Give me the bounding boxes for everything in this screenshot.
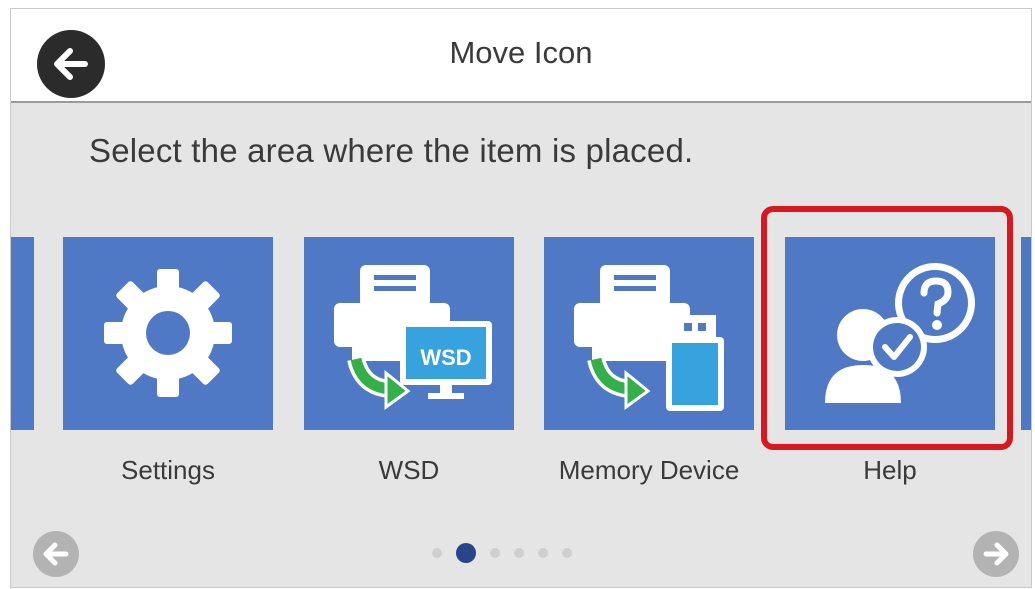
wsd-icon-text: WSD xyxy=(420,345,471,370)
page-dot xyxy=(490,548,500,558)
page-dot xyxy=(432,548,442,558)
selection-highlight xyxy=(761,206,1013,450)
prev-page-button[interactable] xyxy=(33,531,79,577)
tile-label-memory-device: Memory Device xyxy=(558,455,740,485)
partial-tile-left[interactable] xyxy=(11,237,34,430)
tile-label-help: Help xyxy=(863,455,917,485)
instruction-text: Select the area where the item is placed… xyxy=(89,132,694,169)
wsd-scan-icon: WSD xyxy=(334,265,492,410)
gear-icon xyxy=(104,269,232,397)
screen-panel: Move Icon Select the area where the item… xyxy=(10,8,1032,588)
page-indicator xyxy=(432,542,572,564)
left-arrow-icon xyxy=(43,542,69,566)
next-page-button[interactable] xyxy=(973,531,1019,577)
tile-memory-device[interactable] xyxy=(544,237,754,430)
right-arrow-icon xyxy=(983,542,1009,566)
page-title: Move Icon xyxy=(449,35,593,70)
page-dot xyxy=(562,548,572,558)
page-dot xyxy=(538,548,548,558)
page-dot xyxy=(514,548,524,558)
partial-tile-right[interactable] xyxy=(1021,237,1031,430)
memory-device-icon xyxy=(574,265,724,411)
tile-wsd[interactable]: WSD xyxy=(304,237,514,430)
tile-label-settings: Settings xyxy=(121,455,215,485)
header-bar: Move Icon xyxy=(11,9,1031,103)
page-dot-active xyxy=(456,543,476,563)
tile-label-wsd: WSD xyxy=(378,455,440,485)
tile-settings[interactable] xyxy=(63,237,273,430)
